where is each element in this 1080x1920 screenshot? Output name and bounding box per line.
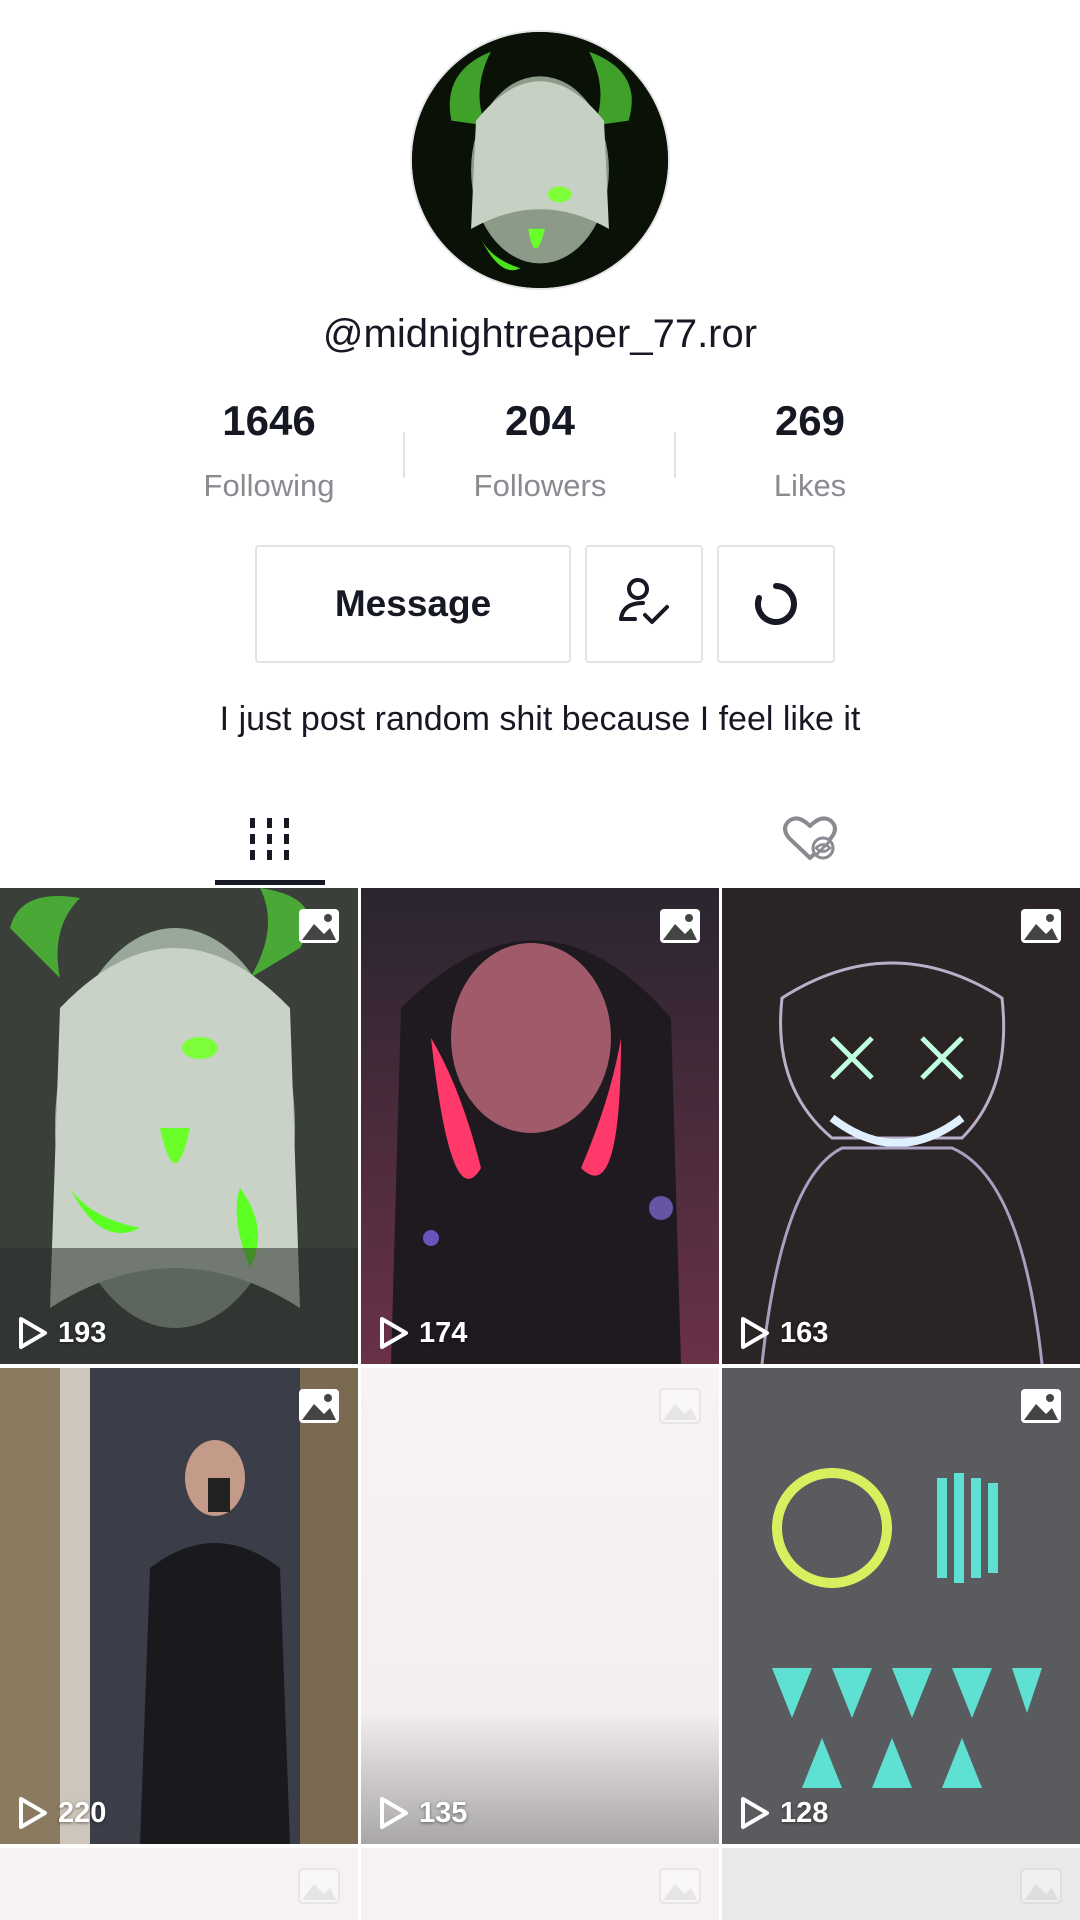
profile-stats: 1646 Following 204 Followers 269 Likes [0, 400, 1080, 510]
view-count: 128 [740, 1796, 828, 1830]
video-thumbnail [722, 888, 1080, 1364]
stat-likes[interactable]: 269 Likes [680, 400, 940, 504]
following-status-button[interactable] [585, 545, 703, 663]
photo-post-icon [298, 1868, 340, 1904]
grid-videos-icon [250, 818, 289, 860]
liked-hidden-icon [783, 816, 837, 860]
play-icon [380, 1317, 408, 1349]
video-tile[interactable]: 220 [0, 1368, 358, 1844]
video-tile[interactable]: 193 [0, 888, 358, 1364]
following-count: 1646 [222, 397, 316, 444]
profile-avatar[interactable] [410, 30, 670, 290]
stat-divider [403, 432, 405, 478]
video-tile[interactable]: 135 [361, 1368, 719, 1844]
video-thumbnail [361, 1368, 719, 1844]
stat-divider [674, 432, 676, 478]
view-count-value: 220 [58, 1796, 107, 1829]
stat-following[interactable]: 1646 Following [139, 400, 399, 504]
video-thumbnail [722, 1368, 1080, 1844]
view-count-value: 193 [58, 1316, 107, 1349]
video-thumbnail [0, 888, 358, 1364]
video-tile[interactable]: 174 [361, 888, 719, 1364]
play-icon [19, 1317, 47, 1349]
view-count: 174 [379, 1316, 467, 1350]
message-button[interactable]: Message [255, 545, 571, 663]
photo-post-icon [1021, 909, 1061, 943]
video-thumbnail [361, 888, 719, 1364]
profile-tabs [0, 790, 1080, 888]
refresh-circle-icon [754, 583, 797, 625]
view-count-value: 135 [419, 1796, 468, 1829]
stat-followers[interactable]: 204 Followers [410, 400, 670, 504]
followers-count: 204 [504, 397, 576, 444]
video-tile[interactable] [361, 1848, 719, 1920]
refresh-button[interactable] [717, 545, 835, 663]
photo-post-icon [299, 1389, 339, 1423]
following-label: Following [203, 468, 335, 503]
photo-post-icon [660, 909, 700, 943]
play-icon [19, 1797, 47, 1829]
photo-post-icon [659, 1868, 701, 1904]
view-count: 220 [18, 1796, 106, 1830]
view-count: 163 [740, 1316, 828, 1350]
tab-videos[interactable] [0, 790, 540, 888]
view-count-value: 128 [780, 1796, 829, 1829]
likes-count: 269 [774, 397, 846, 444]
video-tile[interactable]: 163 [722, 888, 1080, 1364]
view-count-value: 174 [419, 1316, 468, 1349]
photo-post-icon [1020, 1868, 1062, 1904]
view-count: 135 [379, 1796, 467, 1830]
play-icon [741, 1797, 769, 1829]
view-count: 193 [18, 1316, 106, 1350]
video-tile[interactable]: 128 [722, 1368, 1080, 1844]
video-thumbnail [0, 1368, 358, 1844]
play-icon [741, 1317, 769, 1349]
photo-post-icon [659, 1388, 701, 1424]
play-icon [380, 1797, 408, 1829]
username: @midnightreaper_77.ror [322, 312, 758, 356]
photo-post-icon [1021, 1389, 1061, 1423]
likes-label: Likes [773, 468, 847, 503]
video-tile[interactable] [0, 1848, 358, 1920]
avatar-art [412, 32, 668, 288]
followers-label: Followers [473, 468, 607, 503]
tab-liked[interactable] [540, 790, 1080, 888]
profile-bio: I just post random shit because I feel l… [219, 700, 861, 738]
tab-active-indicator [215, 880, 325, 885]
video-tile[interactable] [722, 1848, 1080, 1920]
user-check-icon [619, 578, 669, 624]
view-count-value: 163 [780, 1316, 829, 1349]
photo-post-icon [299, 909, 339, 943]
